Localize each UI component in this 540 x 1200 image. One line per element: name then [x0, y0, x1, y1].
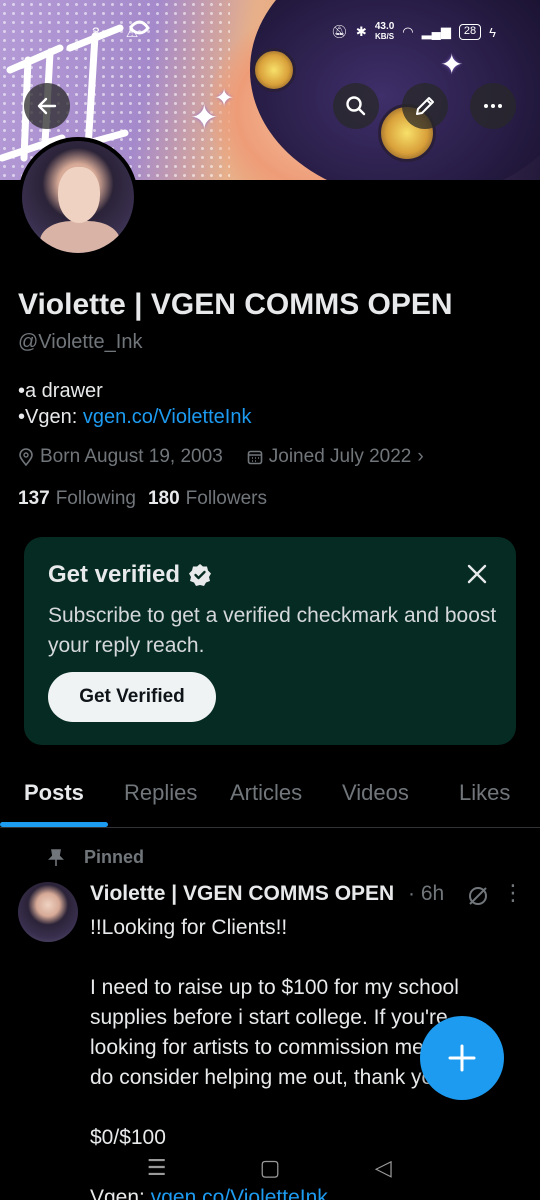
bluetooth-icon: ✱: [355, 24, 367, 39]
bio-line: •a drawer: [18, 380, 103, 402]
follow-counts: 137 Following 180 Followers: [18, 488, 267, 510]
mute-icon: 🔕︎: [331, 24, 348, 39]
get-verified-card: Get verified Subscribe to get a verified…: [24, 537, 516, 745]
bio-line: •Vgen: vgen.co/VioletteInk: [18, 404, 251, 430]
chevron-right-icon: ›: [417, 446, 424, 467]
post-author-name[interactable]: Violette | VGEN COMMS OPEN: [90, 882, 400, 906]
more-horizontal-icon: [484, 104, 502, 108]
pencil-icon: [416, 97, 434, 115]
grok-icon[interactable]: [466, 884, 490, 908]
post-header: Violette | VGEN COMMS OPEN · 6h ⋮: [90, 882, 530, 906]
status-number: 3: [92, 24, 100, 40]
status-bar-left: 3 ⚠: [92, 24, 138, 41]
get-verified-title-text: Get verified: [48, 561, 181, 588]
post-more-button[interactable]: ⋮: [502, 882, 524, 904]
tab-videos[interactable]: Videos: [342, 780, 409, 806]
birthday-text: Born August 19, 2003: [40, 446, 223, 467]
profile-name: Violette | VGEN COMMS OPEN: [18, 288, 453, 321]
status-bar-right: 🔕︎ ✱ 43.0 KB/S ◠ ▂▄▆ 28 ϟ: [331, 22, 496, 42]
compose-button[interactable]: [420, 1016, 504, 1100]
calendar-icon: [247, 450, 263, 465]
tab-likes[interactable]: Likes: [459, 780, 510, 806]
post-time-value: 6h: [420, 882, 445, 905]
bio-link-prefix: •Vgen:: [18, 406, 83, 428]
profile-meta: Born August 19, 2003 Joined July 2022 ›: [18, 446, 424, 468]
verified-badge-icon: [189, 564, 212, 586]
home-button[interactable]: ▢: [250, 1155, 290, 1181]
wifi-icon: ◠: [402, 24, 414, 39]
get-verified-button[interactable]: Get Verified: [48, 672, 216, 722]
avatar-face-art: [58, 167, 100, 223]
active-tab-indicator: [0, 822, 108, 827]
system-back-button[interactable]: ◁: [363, 1155, 403, 1181]
search-icon: [346, 96, 366, 116]
close-card-button[interactable]: [462, 559, 492, 589]
pinned-label: Pinned: [48, 847, 144, 868]
post-spacer: [90, 943, 510, 973]
following-count: 137: [18, 488, 50, 509]
tab-replies[interactable]: Replies: [124, 780, 197, 806]
signal-icon: ▂▄▆: [421, 24, 451, 39]
system-nav-bar: ☰ ▢ ◁: [0, 1148, 540, 1188]
profile-handle: @Violette_Ink: [18, 331, 143, 353]
followers-label: Followers: [185, 488, 267, 509]
network-speed-unit: KB/S: [375, 32, 395, 41]
profile-bio: •a drawer •Vgen: vgen.co/VioletteInk: [18, 378, 251, 430]
profile-avatar[interactable]: [18, 137, 138, 257]
post-time: · 6h: [408, 882, 445, 905]
avatar-body-art: [40, 221, 120, 253]
tab-posts[interactable]: Posts: [24, 780, 84, 806]
edit-button[interactable]: [402, 83, 448, 129]
get-verified-description: Subscribe to get a verified checkmark an…: [48, 604, 497, 657]
more-options-button[interactable]: [470, 83, 516, 129]
post-link-prefix: Vgen:: [90, 1186, 151, 1200]
battery-indicator: 28: [458, 24, 482, 40]
location-pin-icon: [19, 448, 33, 466]
network-speed: 43.0 KB/S: [375, 22, 394, 42]
back-button[interactable]: [24, 83, 70, 129]
joined-info[interactable]: Joined July 2022 ›: [247, 446, 424, 468]
tab-articles[interactable]: Articles: [230, 780, 302, 806]
search-button[interactable]: [333, 83, 379, 129]
close-icon: [467, 564, 487, 584]
charging-icon: ϟ: [489, 24, 496, 40]
birthday-info: Born August 19, 2003: [18, 446, 223, 468]
pin-icon: [48, 848, 64, 866]
following-link[interactable]: 137 Following: [18, 488, 136, 510]
sparkle-icon: ✦: [214, 85, 235, 112]
network-speed-value: 43.0: [374, 21, 395, 32]
pinned-text: Pinned: [84, 847, 145, 867]
post-avatar[interactable]: [18, 882, 78, 942]
bio-link[interactable]: vgen.co/VioletteInk: [83, 406, 252, 428]
following-label: Following: [55, 488, 136, 509]
followers-count: 180: [147, 488, 180, 509]
followers-link[interactable]: 180 Followers: [148, 488, 267, 510]
sparkle-icon: ✦: [440, 49, 464, 80]
plus-icon: [448, 1044, 476, 1072]
joined-text: Joined July 2022: [268, 446, 412, 467]
warning-icon: ⚠: [125, 24, 139, 40]
profile-tabs: Posts Replies Articles Videos Likes: [0, 770, 540, 828]
banner-eye-left: [252, 48, 296, 92]
post-line: !!Looking for Clients!!: [90, 916, 288, 939]
arrow-left-icon: [37, 97, 57, 115]
post-link[interactable]: vgen.co/VioletteInk: [151, 1186, 328, 1200]
recent-apps-button[interactable]: ☰: [137, 1155, 177, 1181]
get-verified-title: Get verified: [48, 561, 212, 589]
